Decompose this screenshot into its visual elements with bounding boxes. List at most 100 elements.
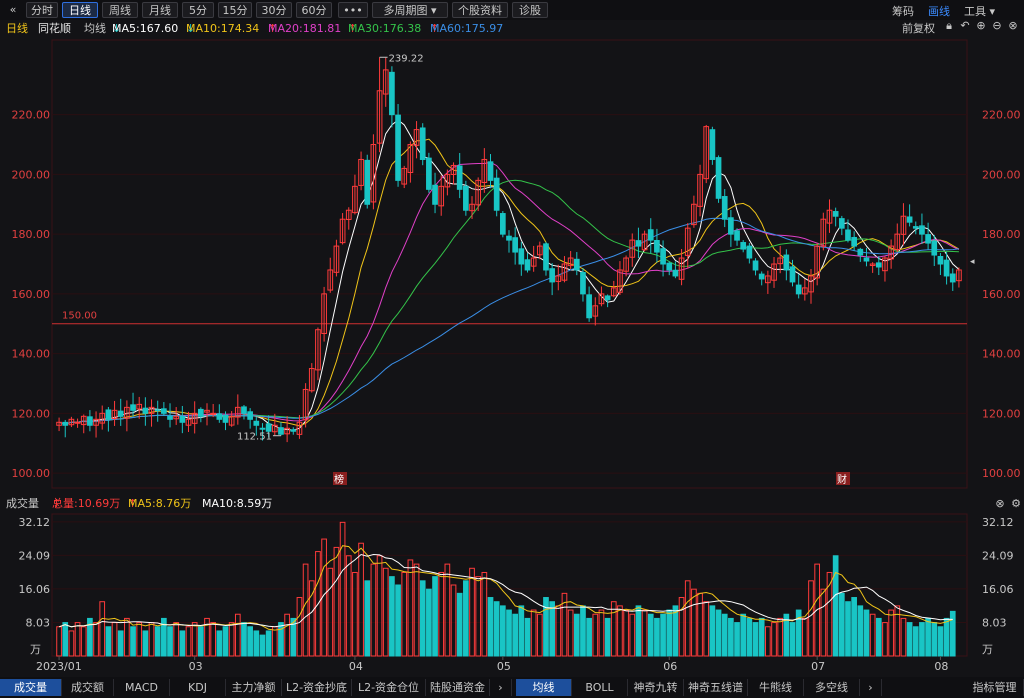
candle-body — [758, 273, 765, 280]
lock-icon[interactable]: 🔒︎ — [943, 20, 955, 32]
tab-macd[interactable]: MACD — [114, 679, 170, 696]
chips-button[interactable]: 筹码 — [892, 3, 914, 19]
candle-body — [949, 273, 956, 283]
candle-body — [74, 421, 81, 424]
tab-main-net[interactable]: 主力净额 — [226, 679, 282, 696]
zoom-out-icon[interactable]: ⊖ — [991, 20, 1003, 32]
candle-body — [635, 240, 642, 247]
candle-body — [789, 266, 796, 283]
tab-boll[interactable]: BOLL — [572, 679, 628, 696]
volume-bar — [740, 613, 747, 657]
price-tick-label: 180.00 — [982, 228, 1021, 241]
volume-bar — [253, 630, 260, 657]
candle-body — [943, 259, 950, 277]
volume-bar — [167, 626, 173, 657]
candle-body — [728, 217, 734, 235]
tools-dropdown[interactable]: 工具 ▾ — [964, 3, 995, 19]
price-tick-label: 120.00 — [12, 407, 51, 420]
volume-bar — [247, 626, 253, 657]
volume-tick-label: 24.09 — [19, 549, 51, 562]
candle-body — [647, 229, 654, 241]
tab-volume[interactable]: 成交量 — [0, 679, 62, 696]
tab-northbound[interactable]: 陆股通资金 — [426, 679, 490, 696]
tab-intraday[interactable]: 分时 — [26, 2, 58, 18]
low-price-label: 112.51 — [237, 432, 272, 443]
tab-long-short[interactable]: 多空线 — [804, 679, 860, 696]
close-icon[interactable]: ⊗ — [1007, 20, 1019, 32]
tabs-scroll-right-icon[interactable]: › — [490, 679, 512, 696]
date-label: 05 — [497, 660, 511, 673]
reference-line-label: 150.00 — [62, 311, 97, 322]
candle-body — [463, 185, 469, 211]
volume-bar — [660, 613, 666, 657]
volume-bar — [364, 580, 371, 657]
volume-bar — [943, 617, 950, 657]
candle-body — [721, 196, 728, 220]
tab-30min[interactable]: 30分 — [256, 2, 292, 18]
draw-button[interactable]: 画线 — [928, 3, 950, 19]
gear-icon[interactable]: ⚙ — [1010, 498, 1022, 510]
tab-monthly[interactable]: 月线 — [142, 2, 178, 18]
volume-bar — [222, 626, 229, 657]
volume-tick-label: 8.03 — [982, 616, 1007, 629]
multi-period-dropdown[interactable]: 多周期图 ▾ — [372, 2, 448, 18]
tab-daily[interactable]: 日线 — [62, 2, 98, 18]
candle-body — [117, 410, 124, 417]
candle-body — [838, 218, 845, 229]
close-icon[interactable]: ⊗ — [994, 498, 1006, 510]
tab-kdj[interactable]: KDJ — [170, 679, 226, 696]
tab-l2-position[interactable]: L2-资金仓位 — [352, 679, 426, 696]
candle-body — [518, 248, 525, 265]
tab-weekly[interactable]: 周线 — [102, 2, 138, 18]
price-tick-label: 140.00 — [12, 348, 51, 361]
volume-bar — [604, 617, 611, 657]
event-marker-finance[interactable]: 财 — [836, 472, 850, 486]
tab-magic-nine[interactable]: 神奇九转 — [628, 679, 684, 696]
indicator-settings-button[interactable]: 指标管理 — [966, 679, 1024, 696]
volume-bar — [456, 592, 463, 657]
candle-body — [493, 177, 500, 211]
volume-bar — [241, 622, 247, 657]
adjust-label[interactable]: 前复权 — [902, 20, 935, 38]
volume-bar — [389, 576, 395, 657]
double-chevron-left-icon[interactable]: « — [4, 2, 22, 18]
candle-body — [179, 415, 186, 423]
tabs-scroll-right-icon[interactable]: › — [860, 679, 882, 696]
volume-chart[interactable]: 8.0316.0624.0932.12 8.0316.0624.0932.12 … — [0, 512, 1024, 677]
candle-body — [142, 407, 149, 414]
tab-bull-bear[interactable]: 牛熊线 — [748, 679, 804, 696]
more-dots-icon[interactable]: ••• — [338, 2, 368, 18]
event-marker-finance-label: 财 — [837, 473, 847, 486]
volume-ma10: MA10:8.59万 — [202, 497, 273, 510]
tab-60min[interactable]: 60分 — [296, 2, 332, 18]
volume-bar — [142, 630, 149, 657]
tab-15min[interactable]: 15分 — [218, 2, 252, 18]
volume-unit-left: 万 — [30, 643, 41, 656]
candle-body — [549, 268, 555, 283]
volume-bar — [524, 617, 531, 657]
event-marker-list[interactable]: 榜 — [333, 472, 347, 486]
tab-l2-bottom[interactable]: L2-资金抄底 — [282, 679, 352, 696]
volume-bar — [789, 622, 796, 657]
volume-bar — [919, 622, 925, 657]
undo-icon[interactable]: ↶ — [959, 20, 971, 32]
candle-body — [654, 239, 660, 253]
avg-line-label[interactable]: 均线 — [84, 20, 106, 38]
candle-body — [672, 269, 679, 277]
price-tick-label: 100.00 — [982, 467, 1021, 480]
candle — [426, 152, 432, 193]
candlestick-chart[interactable]: 100.00 120.00 140.00 160.00 180.00 200.00 220.… — [0, 38, 1024, 493]
zoom-in-icon[interactable]: ⊕ — [975, 20, 987, 32]
volume-bar — [949, 610, 956, 657]
volume-bar — [426, 588, 432, 657]
volume-bar — [580, 605, 586, 657]
tab-turnover[interactable]: 成交额 — [62, 679, 114, 696]
candle-body — [715, 157, 722, 199]
stock-info-button[interactable]: 个股资料 — [452, 2, 508, 18]
diagnose-button[interactable]: 诊股 — [512, 2, 548, 18]
date-label: 08 — [934, 660, 948, 673]
volume-bar — [912, 626, 919, 657]
tab-ma[interactable]: 均线 — [516, 679, 572, 696]
tab-magic-five[interactable]: 神奇五线谱 — [684, 679, 748, 696]
tab-5min[interactable]: 5分 — [182, 2, 214, 18]
